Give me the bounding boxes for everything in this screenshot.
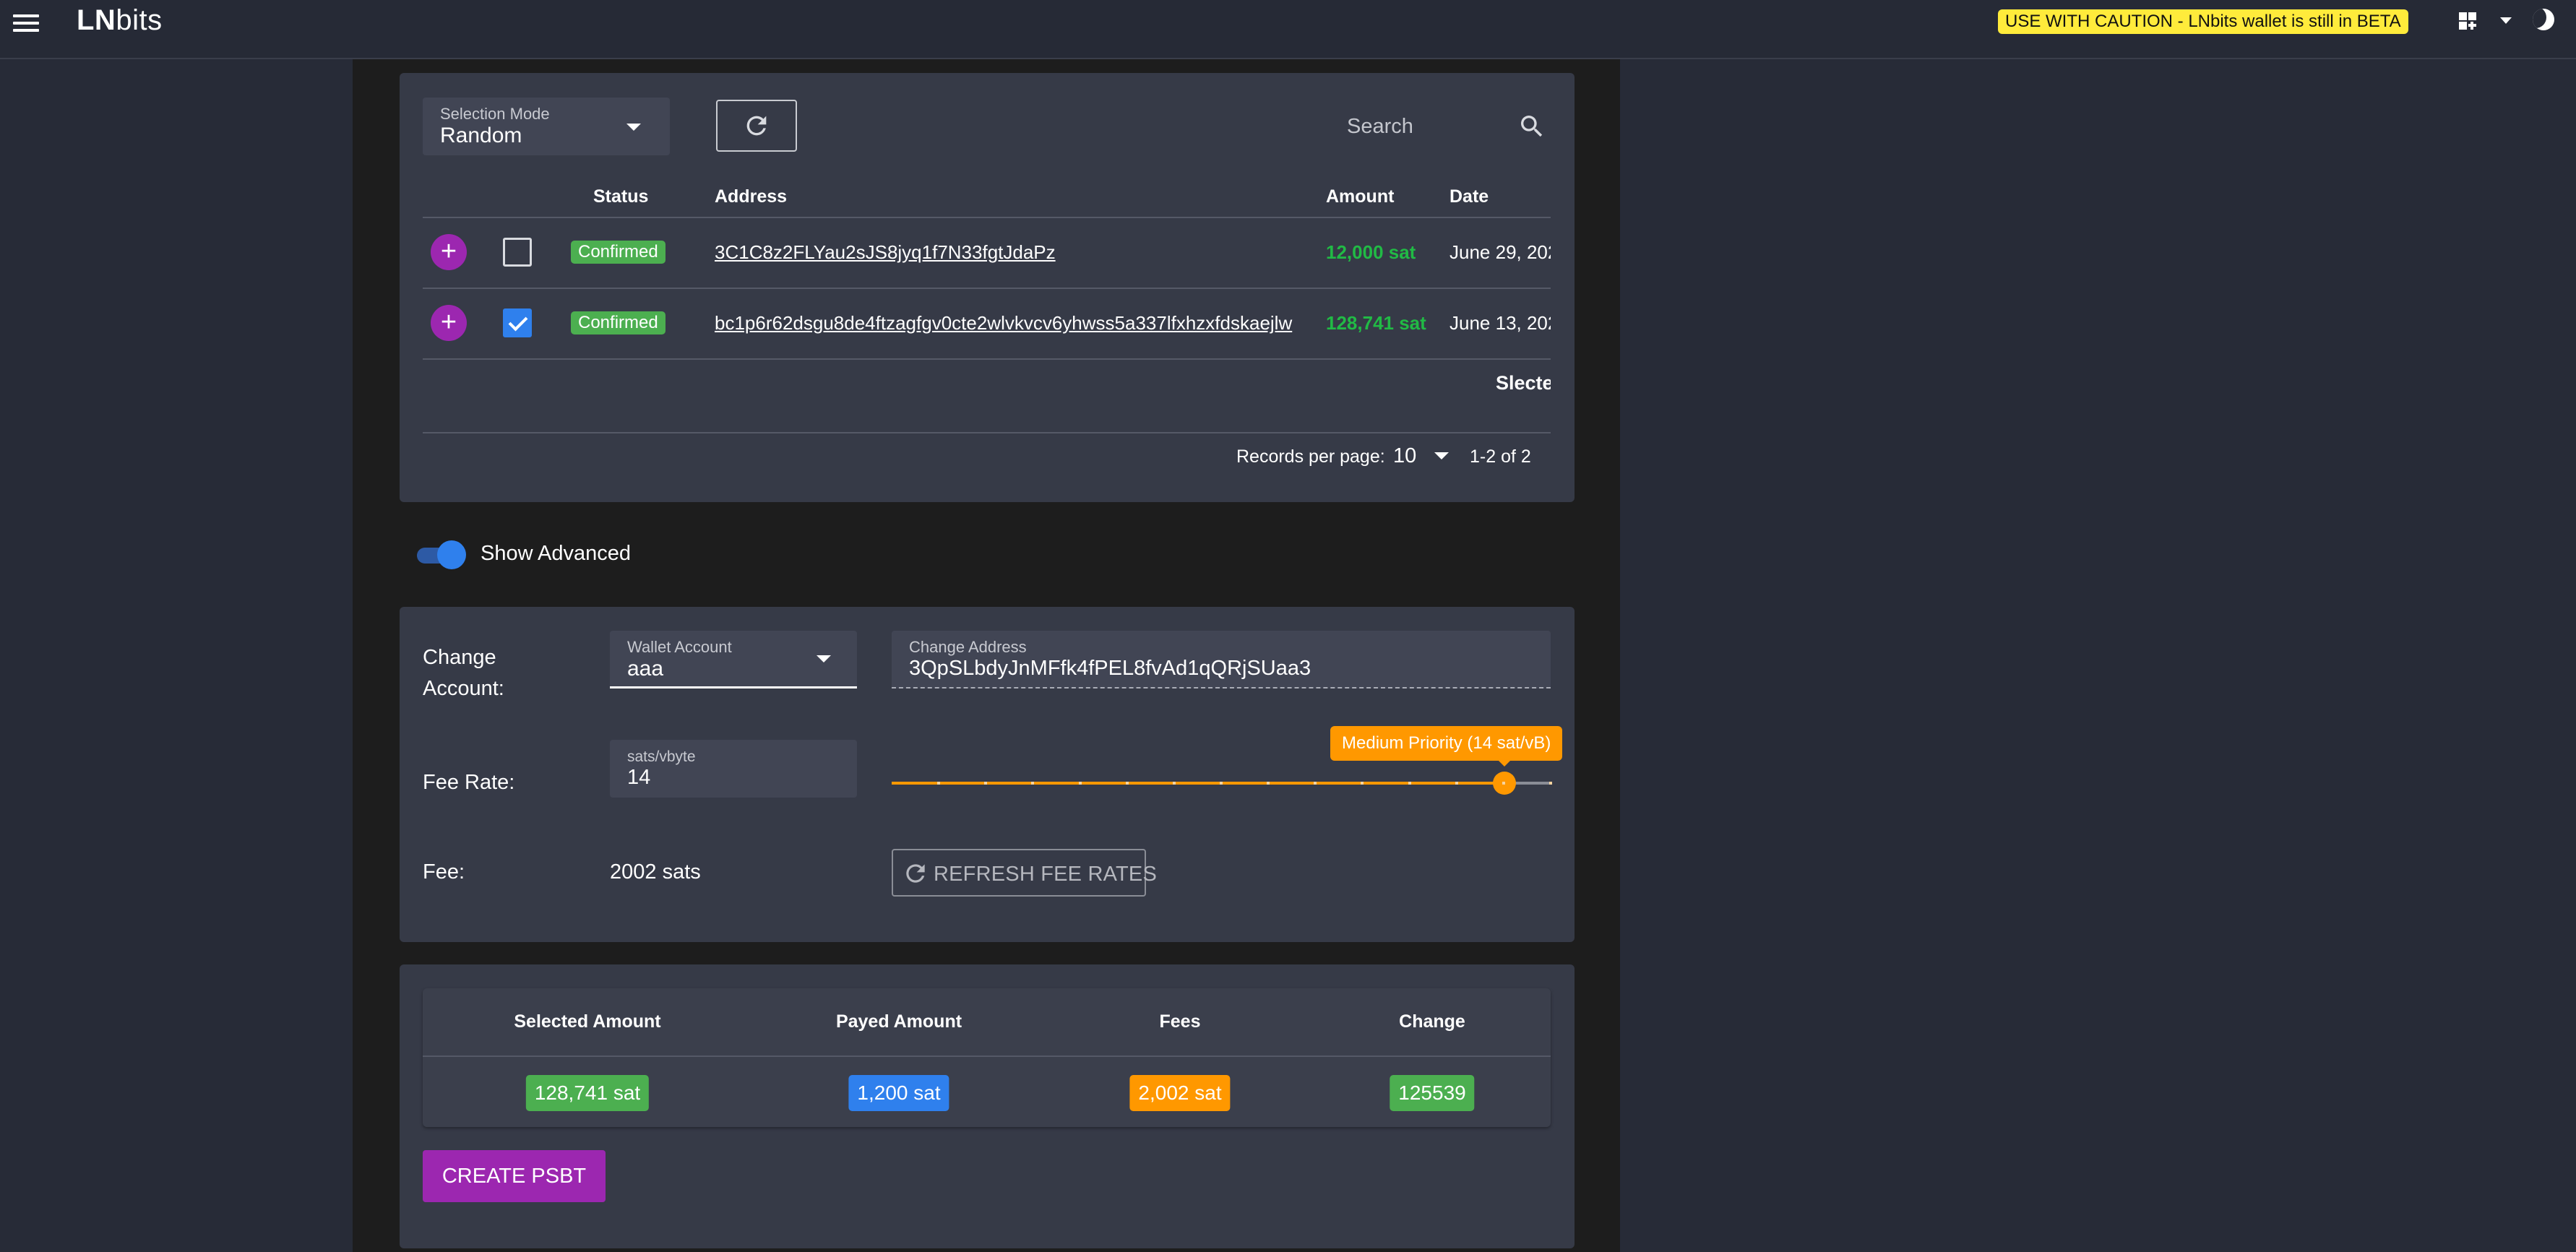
add-icon[interactable]: + [431,305,467,341]
column-header-date[interactable]: Date [1449,186,1489,207]
change-address-field[interactable]: Change Address 3QpSLbdyJnMFfk4fPEL8fvAd1… [892,631,1551,688]
refresh-fee-rates-label: REFRESH FEE RATES [934,863,1158,886]
change-account-label: Change Account: [423,646,504,700]
selected-footer-label: Slecte [1496,372,1551,394]
utxo-date: June 13, 202 [1449,312,1551,334]
summary-header-change: Change [1399,1011,1465,1032]
selection-mode-label: Selection Mode [440,105,550,123]
fee-rate-slider[interactable] [892,766,1552,800]
refresh-fee-rates-button[interactable]: REFRESH FEE RATES [892,849,1157,897]
table-row-divider [423,358,1551,360]
chevron-down-icon[interactable] [1434,452,1449,459]
fee-value: 2002 sats [610,860,701,884]
records-per-page-label: Records per page: [1236,446,1385,467]
search-icon[interactable] [1517,112,1546,141]
fee-slider-tick [1314,782,1317,785]
wallet-account-label: Wallet Account [627,638,732,656]
show-advanced-toggle[interactable] [417,540,466,569]
wallet-account-value: aaa [627,657,664,681]
fee-slider-tick [1126,782,1129,785]
row-checkbox[interactable] [503,238,532,267]
fee-label: Fee: [423,860,465,884]
fee-rate-unit: sats/vbyte [627,748,696,765]
page-background-right [1620,59,2576,1252]
fees-badge: 2,002 sat [1129,1075,1231,1111]
app-logo[interactable]: LNbits [77,4,163,37]
refresh-icon [746,116,767,136]
fee-slider-tick [1079,782,1082,785]
page-background-left [0,59,353,1252]
fee-slider-tooltip: Medium Priority (14 sat/vB) [1330,726,1563,761]
fee-slider-tick [1549,782,1552,785]
change-address-label: Change Address [909,638,1027,656]
status-badge: Confirmed [571,241,665,264]
change-badge: 125539 [1390,1075,1475,1111]
fee-slider-tick [1502,782,1505,785]
pagination-range: 1-2 of 2 [1470,446,1531,467]
records-per-page-select[interactable]: 10 [1393,444,1416,468]
status-badge: Confirmed [571,311,665,334]
apps-icon[interactable] [2459,10,2481,32]
fee-rate-label: Fee Rate: [423,771,515,794]
column-header-address[interactable]: Address [715,186,787,207]
wallet-account-select[interactable]: Wallet Account aaa [610,631,857,688]
row-checkbox-checked[interactable] [503,308,532,337]
utxo-amount: 128,741 sat [1326,312,1426,334]
chevron-down-icon[interactable] [2500,17,2512,24]
summary-header-payed: Payed Amount [835,1011,962,1032]
selected-amount-badge: 128,741 sat [525,1075,650,1111]
fee-slider-tick [937,782,940,785]
fee-rate-value: 14 [627,766,651,789]
utxo-table: Status Address Amount Date + Confirmed 3… [423,173,1551,436]
fee-slider-tick [1173,782,1176,785]
beta-warning-badge: USE WITH CAUTION - LNbits wallet is stil… [1998,9,2408,34]
fee-slider-tick [1455,782,1458,785]
utxo-date: June 29, 202 [1449,241,1551,263]
summary-header-fees: Fees [1159,1011,1201,1032]
create-psbt-button[interactable]: CREATE PSBT [423,1150,606,1202]
utxo-address-link[interactable]: bc1p6r62dsgu8de4ftzagfgv0cte2wlvkvcv6yhw… [715,312,1292,334]
refresh-utxos-button[interactable] [716,100,797,152]
selection-mode-select[interactable]: Selection Mode Random [423,98,670,155]
table-divider [423,217,1551,218]
column-header-status[interactable]: Status [593,186,648,207]
table-footer-divider [423,432,1551,433]
app-header: LNbits USE WITH CAUTION - LNbits wallet … [0,0,2576,59]
moon-icon[interactable] [2533,9,2554,30]
selection-mode-value: Random [440,124,522,147]
fee-slider-tick [1267,782,1270,785]
table-row-divider [423,288,1551,289]
payed-amount-badge: 1,200 sat [848,1075,949,1111]
add-icon[interactable]: + [431,234,467,270]
fee-slider-tick [1361,782,1364,785]
summary-header-selected: Selected Amount [514,1011,661,1032]
fee-rate-input[interactable]: sats/vbyte 14 [610,740,857,798]
chevron-down-icon [626,124,641,131]
fee-slider-tick [1408,782,1411,785]
search-input[interactable] [1228,105,1532,148]
change-address-value: 3QpSLbdyJnMFfk4fPEL8fvAd1qQRjSUaa3 [909,657,1311,680]
fee-slider-tick [1220,782,1223,785]
column-header-amount[interactable]: Amount [1326,186,1394,207]
menu-icon[interactable] [13,10,42,33]
show-advanced-label: Show Advanced [481,542,631,565]
utxo-amount: 12,000 sat [1326,241,1416,263]
summary-divider [423,1055,1551,1057]
utxo-address-link[interactable]: 3C1C8z2FLYau2sJS8jyq1f7N33fgtJdaPz [715,241,1056,264]
fee-slider-tick [984,782,987,785]
chevron-down-icon [817,655,831,662]
fee-slider-tick [1031,782,1034,785]
refresh-icon [906,864,925,883]
